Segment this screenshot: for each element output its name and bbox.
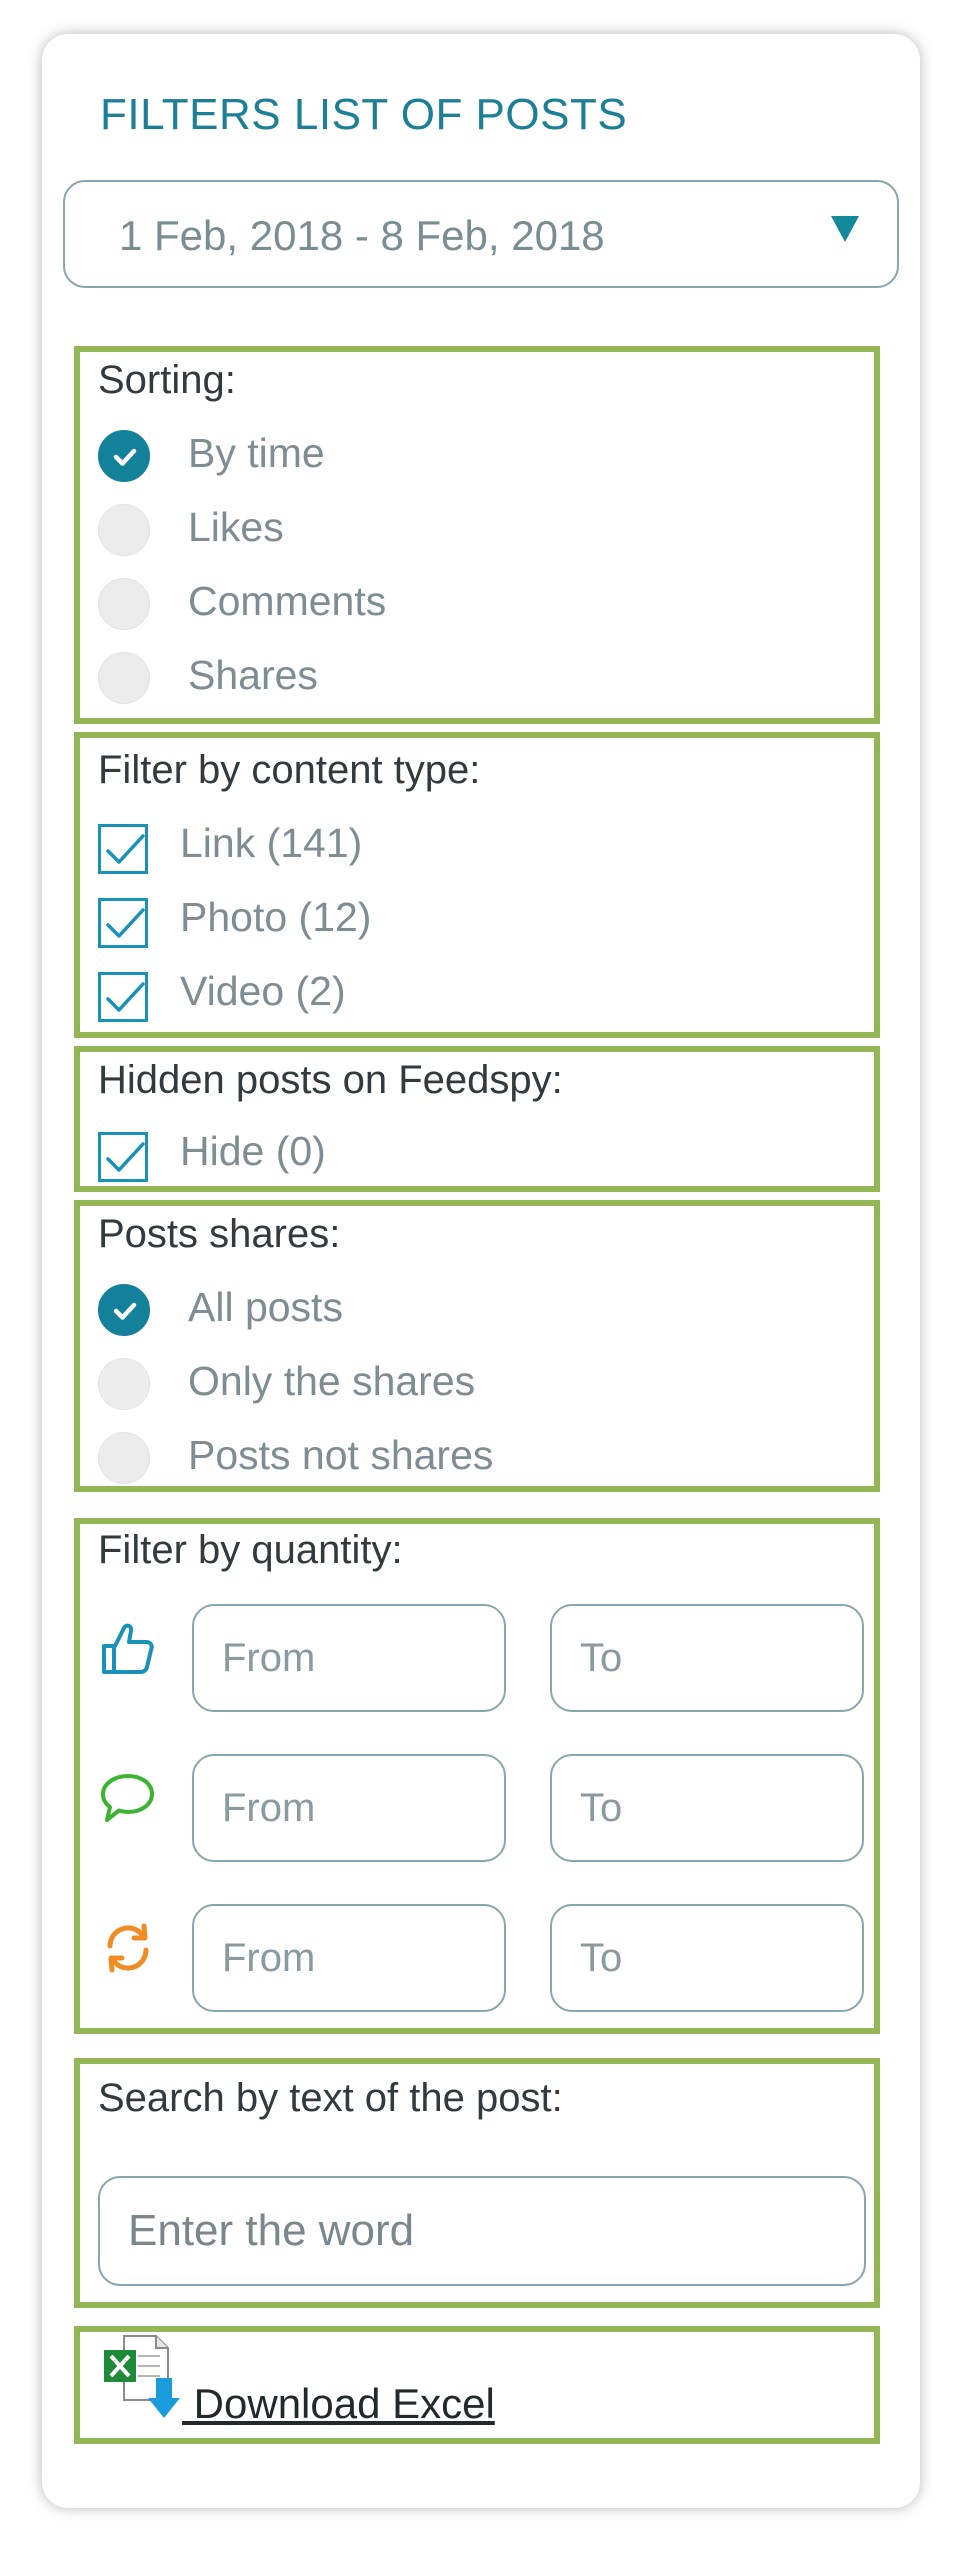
post-shares-option-label: All posts <box>188 1284 343 1330</box>
quantity-section: Filter by quantity: <box>74 1518 880 2034</box>
shares-from-input[interactable] <box>192 1904 506 2012</box>
date-range-value: 1 Feb, 2018 - 8 Feb, 2018 <box>119 212 605 259</box>
download-excel-label: Download Excel <box>182 2380 495 2427</box>
dropdown-arrow-icon <box>831 216 859 242</box>
download-excel-link[interactable]: Download Excel <box>98 2334 598 2434</box>
sorting-option-label: Shares <box>188 652 318 698</box>
hidden-posts-section: Hidden posts on Feedspy: Hide (0) <box>74 1046 880 1192</box>
content-type-section: Filter by content type: Link (141) Photo… <box>74 732 880 1038</box>
radio-empty-icon[interactable] <box>98 652 150 704</box>
post-shares-label: Posts shares: <box>98 1212 341 1256</box>
radio-empty-icon[interactable] <box>98 1432 150 1484</box>
search-section: Search by text of the post: <box>74 2058 880 2308</box>
search-input[interactable] <box>98 2176 866 2286</box>
panel-title: FILTERS LIST OF POSTS <box>100 90 628 139</box>
content-type-option-label: Video (2) <box>180 968 346 1014</box>
filters-panel: FILTERS LIST OF POSTS 1 Feb, 2018 - 8 Fe… <box>42 34 920 2508</box>
excel-download-icon <box>104 2335 180 2418</box>
shares-to-input[interactable] <box>550 1904 864 2012</box>
sorting-option-label: By time <box>188 430 325 476</box>
content-type-label: Filter by content type: <box>98 748 481 792</box>
radio-checked-icon[interactable] <box>98 1284 150 1336</box>
checkbox-checked-icon[interactable] <box>98 898 148 948</box>
sorting-option-label: Comments <box>188 578 387 624</box>
checkbox-checked-icon[interactable] <box>98 824 148 874</box>
post-shares-section: Posts shares: All posts Only the shares … <box>74 1200 880 1492</box>
comment-bubble-icon <box>101 1774 154 1822</box>
comments-from-input[interactable] <box>192 1754 506 1862</box>
refresh-share-icon <box>107 1923 149 1973</box>
content-type-option-label: Photo (12) <box>180 894 372 940</box>
date-range-select[interactable]: 1 Feb, 2018 - 8 Feb, 2018 <box>63 180 899 288</box>
sorting-option-label: Likes <box>188 504 284 550</box>
radio-checked-icon[interactable] <box>98 430 150 482</box>
thumbs-up-icon <box>102 1623 154 1674</box>
likes-from-input[interactable] <box>192 1604 506 1712</box>
quantity-label: Filter by quantity: <box>98 1528 403 1572</box>
hidden-posts-label: Hidden posts on Feedspy: <box>98 1058 563 1102</box>
likes-to-input[interactable] <box>550 1604 864 1712</box>
radio-empty-icon[interactable] <box>98 578 150 630</box>
hidden-posts-option-label: Hide (0) <box>180 1128 326 1174</box>
comments-to-input[interactable] <box>550 1754 864 1862</box>
post-shares-option-label: Posts not shares <box>188 1432 494 1478</box>
radio-empty-icon[interactable] <box>98 1358 150 1410</box>
checkbox-checked-icon[interactable] <box>98 1132 148 1182</box>
sorting-label: Sorting: <box>98 358 236 402</box>
post-shares-option-label: Only the shares <box>188 1358 476 1404</box>
content-type-option-label: Link (141) <box>180 820 363 866</box>
search-label: Search by text of the post: <box>98 2076 563 2120</box>
checkbox-checked-icon[interactable] <box>98 972 148 1022</box>
radio-empty-icon[interactable] <box>98 504 150 556</box>
sorting-section: Sorting: By time Likes Comments Shares <box>74 346 880 724</box>
download-section: Download Excel <box>74 2326 880 2444</box>
